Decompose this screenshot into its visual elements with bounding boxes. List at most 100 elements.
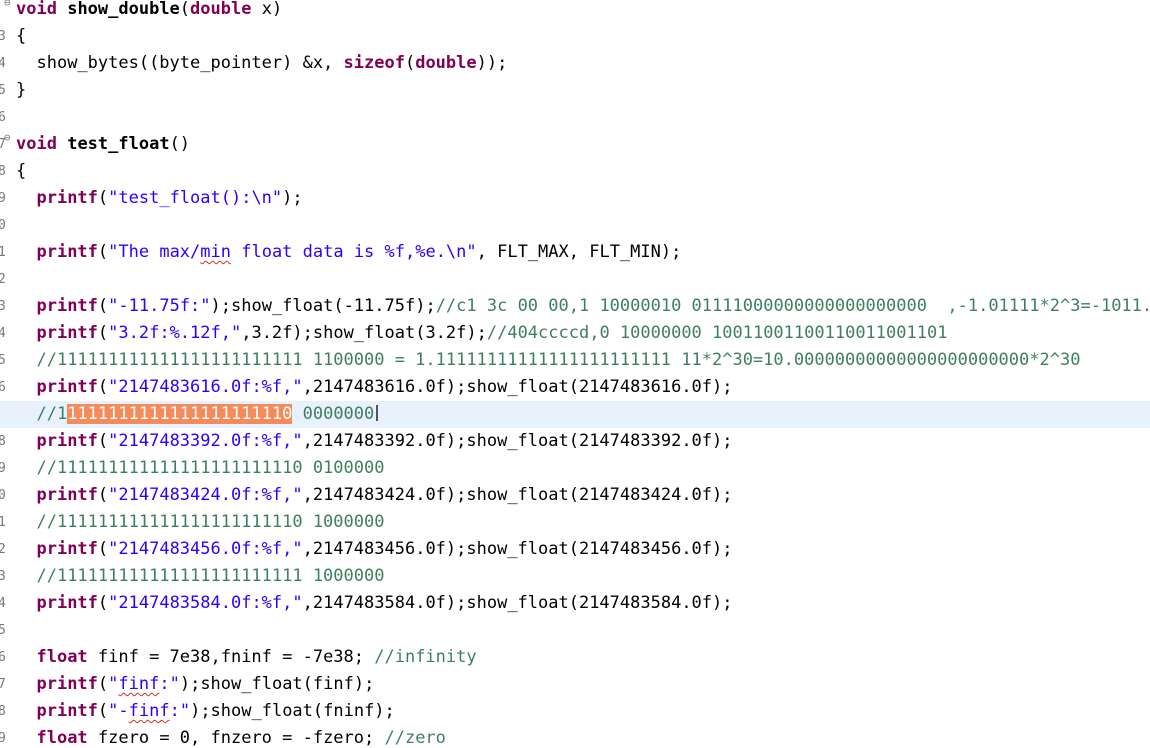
code-text: show_bytes((byte_pointer) &x,	[36, 53, 344, 73]
code-line: 4 {	[0, 23, 1150, 71]
code-text: ,2147483424.0f);show_float(2147483424.0f…	[302, 485, 733, 505]
code-line: 7 float finf = 7e38,fninf = -7e38; //inf…	[0, 644, 1150, 692]
code-text: );	[282, 188, 303, 208]
keyword: float	[36, 728, 88, 748]
code-line: 7 printf("2147483616.0f:%f,",2147483616.…	[0, 374, 1150, 422]
string-literal: "2147483392.0f:%f,"	[108, 431, 303, 451]
keyword: void	[16, 0, 57, 19]
comment: //111111111111111111111110 0100000	[36, 458, 385, 478]
code-text: (	[97, 242, 109, 262]
code-text: fzero = 0, fnzero = -fzero;	[87, 728, 385, 748]
function-name: test_float	[67, 134, 170, 154]
code-line: 3 ⊖ void show_double(double x)	[0, 0, 1150, 44]
spelling-warning: finf	[128, 701, 170, 721]
spelling-warning: min	[200, 242, 231, 262]
code-line: 6	[0, 617, 1150, 665]
code-text: (	[97, 674, 109, 694]
comment: //infinity	[374, 647, 477, 667]
code-text: ,2147483584.0f);show_float(2147483584.0f…	[302, 593, 733, 613]
string-literal: "2147483616.0f:%f,"	[108, 377, 303, 397]
string-literal: "3.2f:%.12f,"	[108, 323, 242, 343]
code-text: ,2147483392.0f);show_float(2147483392.0f…	[302, 431, 733, 451]
code-text: (	[97, 701, 109, 721]
code-line: 4 //111111111111111111111111 1000000	[0, 563, 1150, 611]
string-literal: "The max/	[108, 242, 201, 262]
code-line: 6 }	[0, 77, 1150, 125]
code-line: 1 printf("2147483424.0f:%f,",2147483424.…	[0, 482, 1150, 530]
string-literal: float data is %f,%e.\n"	[231, 242, 477, 262]
code-text: x)	[251, 0, 283, 19]
code-line: 3	[0, 266, 1150, 314]
code-line: 4 printf("-11.75f:");show_float(-11.75f)…	[0, 293, 1150, 341]
code-line: 0 printf("test_float():\n");	[0, 185, 1150, 233]
code-editor[interactable]: 3 ⊖ void show_double(double x) 4 { 5 sho…	[0, 0, 1150, 748]
string-literal: "2147483584.0f:%f,"	[108, 593, 303, 613]
keyword: printf	[36, 431, 98, 451]
code-text: (	[97, 593, 109, 613]
code-text: );show_float(fninf);	[190, 701, 395, 721]
code-text: ,2147483456.0f);show_float(2147483456.0f…	[302, 539, 733, 559]
keyword: printf	[36, 377, 98, 397]
code-text: (	[97, 539, 109, 559]
string-literal: "	[108, 674, 119, 694]
keyword: float	[36, 647, 88, 667]
code-text: {	[16, 161, 27, 181]
code-text: }	[16, 80, 27, 100]
code-line: 5 show_bytes((byte_pointer) &x, sizeof(d…	[0, 50, 1150, 98]
code-line: 2 //111111111111111111111110 1000000	[0, 509, 1150, 557]
code-line: 2 printf("The max/min float data is %f,%…	[0, 239, 1150, 287]
code-text: ));	[476, 53, 508, 73]
code-text: ,2147483616.0f);show_float(2147483616.0f…	[302, 377, 733, 397]
fold-toggle-icon[interactable]: ⊖	[4, 0, 11, 10]
keyword: printf	[36, 296, 98, 316]
code-line: 8 ⊖ void test_float()	[0, 131, 1150, 179]
code-line: 0 //111111111111111111111110 0100000	[0, 455, 1150, 503]
keyword: printf	[36, 674, 98, 694]
string-literal: :"	[159, 674, 180, 694]
code-text: ()	[169, 134, 191, 154]
current-line: 8 //11111111111111111111110 0000000	[0, 401, 1150, 449]
keyword: printf	[36, 242, 98, 262]
comment: //1	[36, 404, 68, 424]
code-line: 7	[0, 104, 1150, 152]
code-line: 9 printf("2147483392.0f:%f,",2147483392.…	[0, 428, 1150, 476]
keyword: printf	[36, 485, 98, 505]
code-text: (	[97, 188, 109, 208]
string-literal: "-11.75f:"	[108, 296, 211, 316]
text-selection[interactable]: 1111111111111111111110	[67, 404, 293, 424]
code-line: 9 {	[0, 158, 1150, 206]
code-text: (	[97, 323, 109, 343]
code-line: 8 printf("finf:");show_float(finf);	[0, 671, 1150, 719]
code-text: (	[404, 53, 416, 73]
code-text: finf = 7e38,fninf = -7e38;	[87, 647, 375, 667]
code-line: 0 float fzero = 0, fnzero = -fzero; //ze…	[0, 725, 1150, 748]
fold-toggle-icon[interactable]: ⊖	[4, 131, 11, 145]
string-literal: "2147483424.0f:%f,"	[108, 485, 303, 505]
code-text: (	[97, 485, 109, 505]
comment: //c1 3c 00 00,1 10000010 011110000000000…	[435, 296, 1150, 316]
keyword: void	[16, 134, 57, 154]
comment: //111111111111111111111111 1100000 = 1.1…	[36, 350, 1081, 370]
code-line: 6 //111111111111111111111111 1100000 = 1…	[0, 347, 1150, 395]
code-text: ,3.2f);show_float(3.2f);	[241, 323, 487, 343]
comment: //111111111111111111111111 1000000	[36, 566, 385, 586]
keyword: double	[415, 53, 477, 73]
keyword: sizeof	[343, 53, 405, 73]
keyword: printf	[36, 593, 98, 613]
keyword: printf	[36, 188, 98, 208]
comment: //404ccccd,0 10000000 100110011001100110…	[486, 323, 948, 343]
code-line: 1	[0, 212, 1150, 260]
code-line: 5 printf("3.2f:%.12f,",3.2f);show_float(…	[0, 320, 1150, 368]
